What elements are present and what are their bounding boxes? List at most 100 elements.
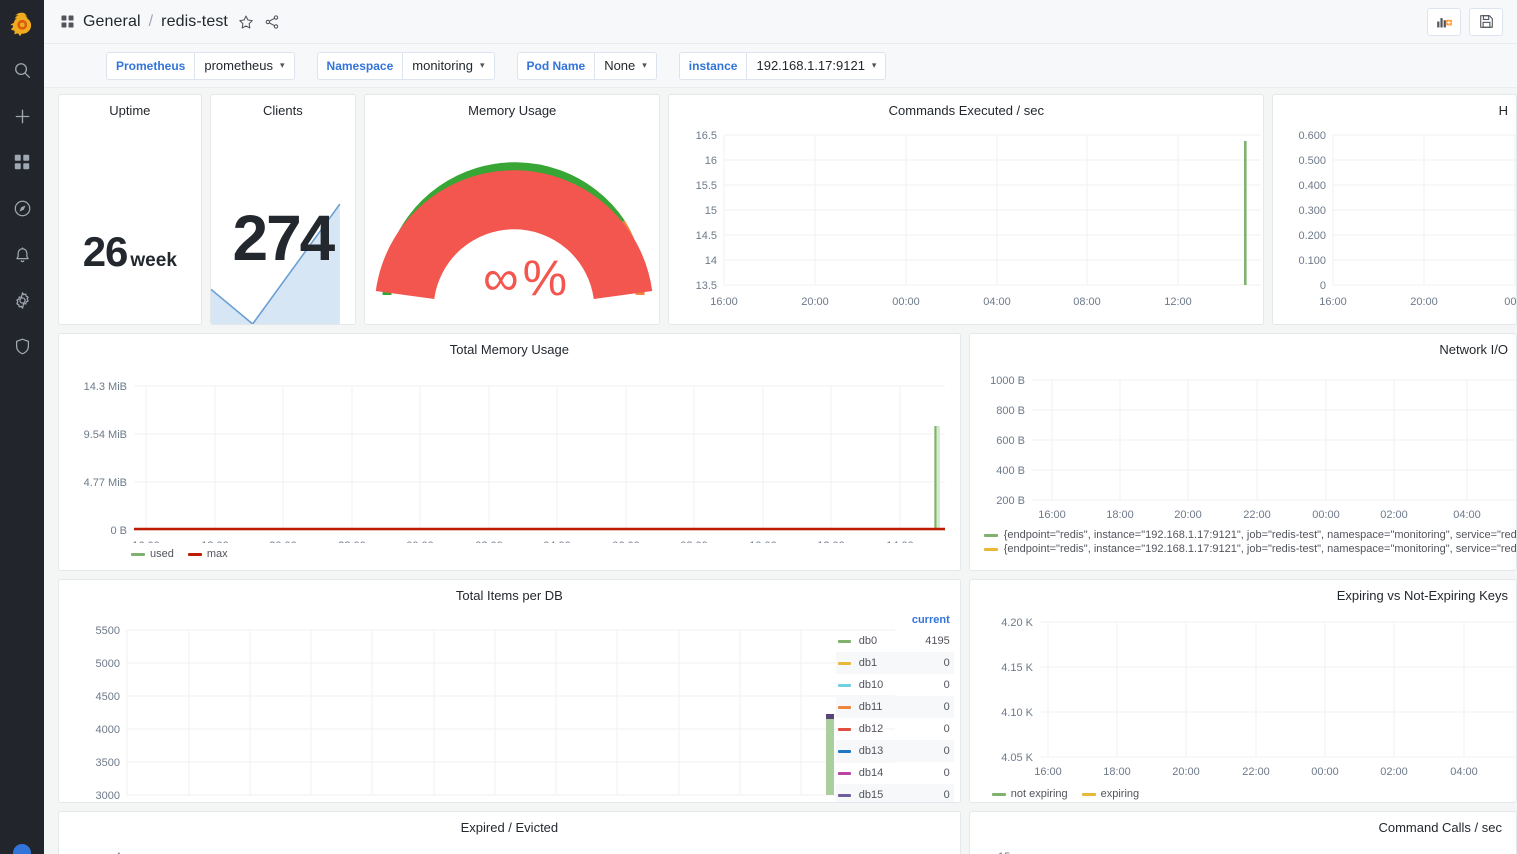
legend-series-name: db14 [858,767,884,779]
legend-row[interactable]: db1 0 [835,652,954,674]
svg-text:16:00: 16:00 [1320,296,1348,308]
variable-picker[interactable]: None ▾ [594,51,657,80]
svg-text:0.100: 0.100 [1299,255,1327,267]
x-gridlines [145,386,901,530]
panel-title: Total Items per DB [455,588,563,603]
dashboards-icon[interactable] [0,142,44,182]
svg-text:04:00: 04:00 [1453,509,1481,518]
svg-text:04:00: 04:00 [543,540,571,543]
search-icon[interactable] [0,50,44,90]
svg-text:00:00: 00:00 [406,540,434,543]
svg-text:20:00: 20:00 [1172,766,1200,776]
svg-text:600 B: 600 B [996,435,1025,447]
legend-row[interactable]: db0 4195 [836,630,954,652]
shield-icon[interactable] [0,326,44,366]
panel-network-io[interactable]: Network I/O 1000 B 800 B 600 B 400 B 200… [968,333,1517,571]
panel-total-memory-usage[interactable]: Total Memory Usage 14.3 MiB 9.54 MiB 4.7… [58,333,961,571]
panel-command-calls[interactable]: Command Calls / sec 15 [968,811,1517,854]
legend-item[interactable]: expiring [1081,788,1139,800]
variable-label: Pod Name [516,51,595,80]
svg-text:4.15 K: 4.15 K [1001,662,1033,674]
variable-value: 192.168.1.17:9121 [756,58,865,73]
svg-text:4.20 K: 4.20 K [1001,617,1033,629]
page-title: redis-test [161,12,228,30]
svg-text:20:00: 20:00 [1174,509,1202,518]
panel-hit-ratio[interactable]: H 0.600 0.500 0.400 0.300 0.200 0.100 0 … [1272,94,1517,325]
dashboard-grid: Uptime 26 week Clients 274 Memory Usage … [44,88,1517,854]
uptime-number: 26 [82,227,129,275]
svg-text:08:00: 08:00 [680,540,708,543]
svg-text:06:00: 06:00 [612,540,640,543]
legend-row[interactable]: db13 0 [835,740,954,762]
legend-item[interactable]: max [187,548,228,560]
svg-text:9.54 MiB: 9.54 MiB [84,429,127,441]
svg-text:0.500: 0.500 [1299,155,1327,167]
panel-expired-evicted[interactable]: Expired / Evicted 4 [58,811,961,854]
legend-row[interactable]: db11 0 [835,696,954,718]
variable-prometheus: Prometheus prometheus ▾ [106,51,295,80]
add-panel-icon[interactable] [1427,7,1461,36]
total-memory-chart: 14.3 MiB 9.54 MiB 4.77 MiB 0 B 16:00 18:… [84,381,945,552]
legend-row[interactable]: db14 0 [836,762,954,784]
clients-value: 274 [211,201,356,275]
grafana-app: General / redis-test Prometheus promethe… [0,0,1517,854]
legend-label: {endpoint="redis", instance="192.168.1.1… [1003,529,1517,541]
chevron-down-icon: ▾ [280,60,285,70]
panel-uptime[interactable]: Uptime 26 week [58,94,202,325]
save-icon[interactable] [1469,7,1503,36]
panel-memory-usage[interactable]: Memory Usage ∞% [364,94,661,325]
bell-icon[interactable] [0,234,44,274]
chevron-down-icon: ▾ [479,60,485,70]
legend-row[interactable]: db12 0 [836,718,954,740]
svg-text:200 B: 200 B [996,495,1025,507]
legend-item[interactable]: {endpoint="redis", instance="192.168.1.1… [983,542,1516,556]
legend-item[interactable]: used [131,548,174,560]
variable-picker[interactable]: prometheus ▾ [194,51,295,80]
svg-text:16:00: 16:00 [1038,509,1066,518]
clients-number: 274 [232,202,335,275]
legend-item[interactable]: {endpoint="redis", instance="192.168.1.1… [983,528,1517,542]
legend-label: max [206,548,228,560]
compass-icon[interactable] [0,188,44,228]
svg-text:02:00: 02:00 [475,540,503,543]
legend-series-name: db1 [858,657,878,669]
svg-text:14.3 MiB: 14.3 MiB [84,381,127,393]
panel-title: Total Memory Usage [449,342,569,357]
panel-clients[interactable]: Clients 274 [209,94,357,325]
plus-icon[interactable] [0,96,44,136]
y-axis-ticks: 5500 5000 4500 4000 3500 3000 [96,625,120,802]
avatar[interactable] [13,844,31,854]
svg-text:3500: 3500 [96,757,120,769]
svg-text:20:00: 20:00 [1411,296,1439,308]
variable-pod-name: Pod Name None ▾ [516,51,657,80]
star-icon[interactable] [238,14,254,30]
commands-executed-chart: 16.5 16 15.5 15 14.5 14 13.5 16:00 20:00… [696,130,1262,308]
legend-item[interactable]: not expiring [991,788,1068,800]
variable-instance: instance 192.168.1.17:9121 ▾ [678,51,887,80]
svg-text:800 B: 800 B [996,405,1025,417]
memory-usage-gauge: ∞% [375,162,653,306]
grafana-logo-icon[interactable] [0,4,44,44]
y-axis-ticks: 4.20 K 4.15 K 4.10 K 4.05 K [1001,617,1033,764]
gear-icon[interactable] [0,280,44,320]
chart-legend: used max [131,548,228,560]
legend-series-name: db15 [858,789,884,801]
uptime-value: 26 week [59,228,201,276]
legend-row[interactable]: db15 0 [835,784,954,802]
breadcrumb-folder[interactable]: General [83,13,141,31]
svg-text:0.400: 0.400 [1299,180,1327,192]
legend-row[interactable]: db10 0 [836,674,954,696]
svg-text:4.77 MiB: 4.77 MiB [84,477,127,489]
svg-text:22:00: 22:00 [1243,509,1271,518]
panel-expiring-keys[interactable]: Expiring vs Not-Expiring Keys 4.20 K 4.1… [968,579,1517,803]
legend-series-name: db11 [858,701,883,713]
legend-series-name: db12 [858,723,884,735]
panel-commands-executed[interactable]: Commands Executed / sec 16.5 16 15.5 15 … [668,94,1265,325]
svg-text:16:00: 16:00 [132,540,160,543]
variable-picker[interactable]: 192.168.1.17:9121 ▾ [746,51,887,80]
share-icon[interactable] [264,14,280,30]
panel-title: Expired / Evicted [460,820,559,835]
variable-picker[interactable]: monitoring ▾ [402,51,495,80]
panel-items-per-db[interactable]: Total Items per DB 5500 5000 4500 4000 3… [58,579,961,803]
panel-title: Commands Executed / sec [888,103,1044,118]
